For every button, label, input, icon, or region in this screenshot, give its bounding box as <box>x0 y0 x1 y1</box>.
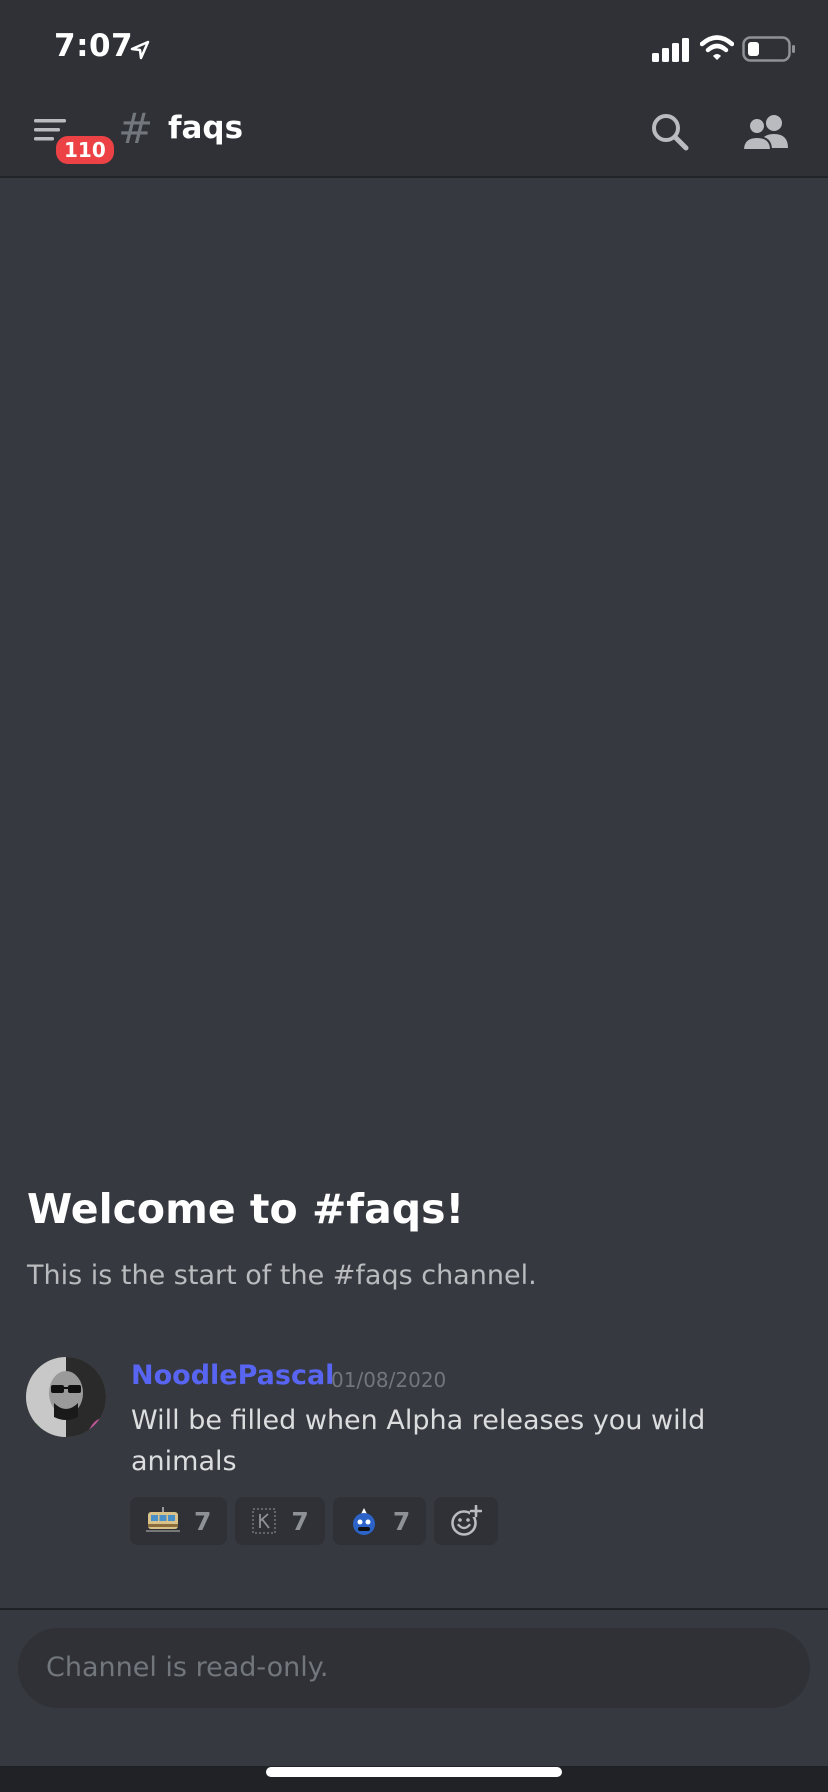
members-icon[interactable] <box>742 112 790 152</box>
reaction-tram[interactable]: 7 <box>130 1497 228 1545</box>
reaction-k[interactable]: 7 <box>235 1497 325 1545</box>
unread-badge: 110 <box>52 132 118 168</box>
wifi-icon <box>700 35 734 60</box>
composer-area: Channel is read-only. <box>0 1608 828 1768</box>
channel-title[interactable]: faqs <box>168 110 243 146</box>
channel-header: 110 # faqs <box>0 88 828 178</box>
reaction-count: 7 <box>291 1506 309 1536</box>
reaction-blob[interactable]: 7 <box>332 1497 427 1545</box>
tram-icon <box>146 1507 180 1532</box>
search-icon[interactable] <box>648 110 692 154</box>
reaction-count: 7 <box>194 1506 212 1536</box>
composer-placeholder: Channel is read-only. <box>46 1652 329 1683</box>
signal-icon <box>652 38 689 62</box>
status-bar: 7:07 <box>0 0 828 88</box>
reaction-count: 7 <box>392 1506 411 1536</box>
battery-icon <box>742 36 795 62</box>
reaction-list: 7 7 7 <box>130 1497 499 1545</box>
hash-icon: # <box>118 104 154 153</box>
welcome-subtitle: This is the start of the #faqs channel. <box>27 1260 537 1291</box>
k-emoji-icon <box>252 1508 277 1534</box>
message-list[interactable] <box>0 178 828 1608</box>
blob-emoji-icon <box>352 1508 375 1535</box>
avatar-image <box>26 1357 106 1437</box>
menu-button[interactable]: 110 <box>34 116 118 172</box>
location-arrow-icon <box>130 40 150 60</box>
add-reaction-button[interactable] <box>434 1497 499 1545</box>
add-reaction-icon <box>451 1505 483 1536</box>
message-timestamp: 01/08/2020 <box>331 1368 447 1392</box>
message-author[interactable]: NoodlePascal <box>131 1360 334 1391</box>
status-time: 7:07 <box>54 28 134 64</box>
message-input[interactable]: Channel is read-only. <box>18 1628 810 1708</box>
home-indicator[interactable] <box>266 1767 562 1777</box>
message-text: Will be filled when Alpha releases you w… <box>131 1405 706 1477</box>
welcome-title: Welcome to #faqs! <box>27 1185 465 1233</box>
avatar[interactable] <box>26 1357 106 1437</box>
